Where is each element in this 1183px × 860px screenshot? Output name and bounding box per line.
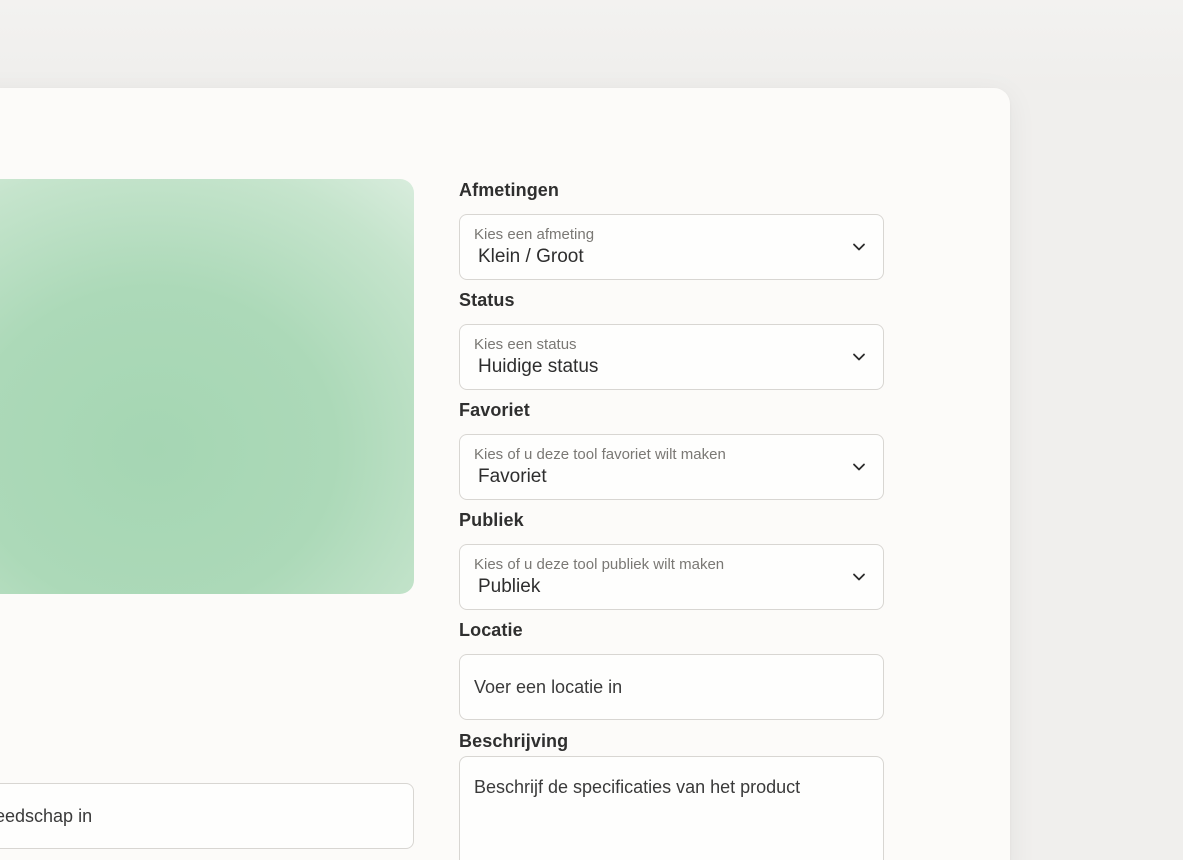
chevron-down-icon [853, 353, 865, 361]
tool-name-input-placeholder: ereedschap in [0, 805, 93, 826]
publiek-label: Publiek [459, 510, 524, 530]
page-background [0, 0, 1183, 90]
status-value: Huidige status [478, 356, 599, 377]
afmetingen-select[interactable]: Kies een afmeting Klein / Groot [459, 214, 884, 280]
chevron-down-icon [853, 243, 865, 251]
status-select[interactable]: Kies een status Huidige status [459, 324, 884, 390]
afmetingen-label: Afmetingen [459, 180, 559, 200]
favoriet-hint: Kies of u deze tool favoriet wilt maken [474, 446, 726, 463]
locatie-label: Locatie [459, 620, 523, 640]
favoriet-select[interactable]: Kies of u deze tool favoriet wilt maken … [459, 434, 884, 500]
chevron-down-icon [853, 573, 865, 581]
beschrijving-label: Beschrijving [459, 731, 569, 751]
chevron-down-icon [853, 463, 865, 471]
publiek-select[interactable]: Kies of u deze tool publiek wilt maken P… [459, 544, 884, 610]
beschrijving-placeholder: Beschrijf de specificaties van het produ… [474, 777, 801, 797]
locatie-placeholder: Voer een locatie in [474, 676, 623, 697]
beschrijving-textarea[interactable]: Beschrijf de specificaties van het produ… [459, 756, 884, 860]
locatie-input[interactable]: Voer een locatie in [459, 654, 884, 720]
afmetingen-value: Klein / Groot [478, 246, 584, 267]
status-hint: Kies een status [474, 336, 577, 353]
tool-name-input[interactable]: ereedschap in [0, 783, 414, 849]
status-label: Status [459, 290, 515, 310]
favoriet-value: Favoriet [478, 466, 547, 487]
favoriet-label: Favoriet [459, 400, 530, 420]
publiek-hint: Kies of u deze tool publiek wilt maken [474, 556, 725, 573]
afmetingen-hint: Kies een afmeting [474, 226, 595, 243]
publiek-value: Publiek [478, 576, 541, 597]
tool-image-placeholder[interactable] [0, 179, 414, 594]
